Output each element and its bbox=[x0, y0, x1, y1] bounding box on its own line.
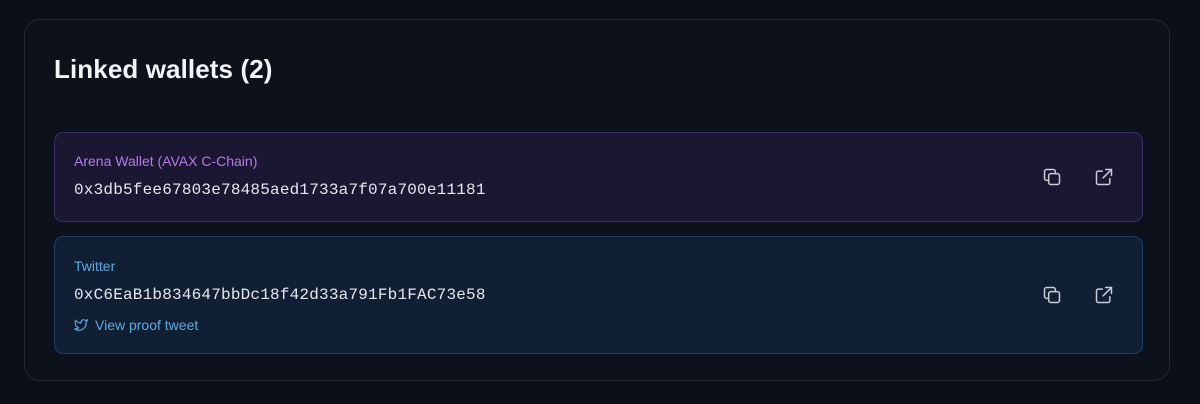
copy-icon bbox=[1043, 168, 1061, 186]
wallet-label: Arena Wallet (AVAX C-Chain) bbox=[74, 153, 258, 169]
wallet-card-arena: Arena Wallet (AVAX C-Chain) 0x3db5fee678… bbox=[54, 132, 1143, 222]
copy-address-button[interactable] bbox=[1038, 281, 1066, 309]
wallet-address: 0xC6EaB1b834647bbDc18f42d33a791Fb1FAC73e… bbox=[74, 286, 486, 304]
wallet-card-twitter: Twitter 0xC6EaB1b834647bbDc18f42d33a791F… bbox=[54, 236, 1143, 354]
external-link-icon bbox=[1095, 286, 1113, 304]
linked-wallets-panel: Linked wallets (2) Arena Wallet (AVAX C-… bbox=[24, 19, 1170, 381]
wallet-label: Twitter bbox=[74, 258, 116, 274]
section-title: Linked wallets (2) bbox=[54, 54, 273, 84]
twitter-bird-icon bbox=[74, 319, 88, 331]
copy-icon bbox=[1043, 286, 1061, 304]
open-explorer-button[interactable] bbox=[1090, 163, 1118, 191]
open-explorer-button[interactable] bbox=[1090, 281, 1118, 309]
proof-link-label: View proof tweet bbox=[95, 317, 199, 333]
wallet-address: 0x3db5fee67803e78485aed1733a7f07a700e111… bbox=[74, 181, 486, 199]
external-link-icon bbox=[1095, 168, 1113, 186]
view-proof-tweet-link[interactable]: View proof tweet bbox=[74, 317, 198, 333]
copy-address-button[interactable] bbox=[1038, 163, 1066, 191]
